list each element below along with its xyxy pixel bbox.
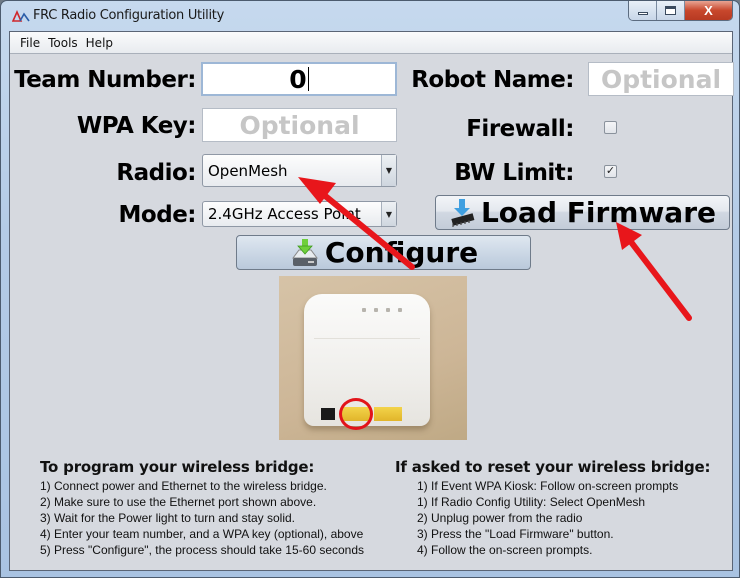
radio-selected-value: OpenMesh: [208, 161, 288, 180]
bw-limit-checkbox[interactable]: ✓: [604, 165, 617, 178]
configure-button[interactable]: Configure: [236, 235, 531, 270]
highlight-circle: [339, 398, 373, 430]
program-step: 5) Press "Configure", the process should…: [40, 543, 365, 557]
led-icon: [362, 308, 366, 312]
program-step: 3) Wait for the Power light to turn and …: [40, 511, 296, 525]
menu-help[interactable]: Help: [86, 36, 113, 50]
menu-tools[interactable]: Tools: [48, 36, 78, 50]
load-firmware-label: Load Firmware: [480, 196, 717, 229]
mode-label: Mode:: [118, 202, 197, 228]
wpa-key-placeholder: Optional: [239, 110, 360, 140]
chevron-down-icon[interactable]: ▼: [381, 155, 396, 186]
team-number-value: 0: [289, 64, 307, 94]
radio-label: Radio:: [116, 160, 196, 186]
download-drive-icon: [291, 238, 318, 266]
client-area: File Tools Help Team Number: 0 WPA Key: …: [9, 31, 734, 571]
load-firmware-button[interactable]: Load Firmware: [435, 195, 730, 230]
led-icon: [386, 308, 390, 312]
text-caret: [307, 67, 309, 91]
team-number-input[interactable]: 0: [201, 62, 397, 96]
maximize-button[interactable]: [657, 1, 685, 20]
team-number-label: Team Number:: [14, 67, 196, 93]
minimize-button[interactable]: [629, 1, 657, 20]
robot-name-label: Robot Name:: [411, 67, 574, 93]
led-icon: [374, 308, 378, 312]
program-instructions-title: To program your wireless bridge:: [40, 458, 315, 476]
minimize-icon: [637, 12, 648, 15]
router-top: [314, 294, 420, 339]
app-window: FRC Radio Configuration Utility X File T…: [0, 0, 740, 578]
reset-step: 3) Press the "Load Firmware" button.: [417, 527, 614, 541]
program-instructions: To program your wireless bridge: 1) Conn…: [40, 458, 400, 558]
window-title: FRC Radio Configuration Utility: [33, 8, 224, 23]
configure-label: Configure: [324, 236, 479, 269]
power-port: [321, 408, 335, 420]
download-chip-icon: [451, 198, 475, 227]
radio-photo: [279, 276, 467, 440]
firewall-label: Firewall:: [466, 116, 574, 142]
robot-name-input[interactable]: Optional: [588, 62, 734, 96]
reset-step: 2) Unplug power from the radio: [417, 511, 583, 525]
led-icon: [398, 308, 402, 312]
radio-select[interactable]: OpenMesh ▼: [202, 154, 397, 187]
ethernet-port-2: [374, 407, 402, 421]
mode-select[interactable]: 2.4GHz Access Point ▼: [202, 201, 397, 227]
mode-selected-value: 2.4GHz Access Point: [208, 205, 361, 223]
program-step: 1) Connect power and Ethernet to the wir…: [40, 479, 327, 493]
firewall-checkbox[interactable]: [604, 121, 617, 134]
chevron-down-icon[interactable]: ▼: [381, 202, 396, 226]
reset-instructions-title: If asked to reset your wireless bridge:: [395, 458, 711, 476]
reset-step: 1) If Event WPA Kiosk: Follow on-screen …: [417, 479, 679, 493]
router-body: [304, 294, 430, 430]
close-icon: X: [704, 3, 713, 18]
maximize-icon: [665, 6, 676, 15]
robot-name-placeholder: Optional: [600, 64, 722, 94]
bw-limit-label: BW Limit:: [454, 160, 574, 186]
menu-file[interactable]: File: [20, 36, 40, 50]
reset-step: 1) If Radio Config Utility: Select OpenM…: [417, 495, 646, 509]
frc-logo-icon: [12, 10, 30, 22]
reset-instructions: If asked to reset your wireless bridge: …: [395, 458, 730, 558]
wpa-key-label: WPA Key:: [76, 113, 197, 139]
close-button[interactable]: X: [685, 1, 732, 20]
window-controls: X: [628, 1, 733, 21]
program-step: 4) Enter your team number, and a WPA key…: [40, 527, 364, 541]
wpa-key-input[interactable]: Optional: [202, 108, 397, 142]
menu-bar: File Tools Help: [10, 32, 732, 54]
program-step: 2) Make sure to use the Ethernet port sh…: [40, 495, 317, 509]
title-bar[interactable]: FRC Radio Configuration Utility X: [1, 1, 739, 31]
reset-step: 4) Follow the on-screen prompts.: [417, 543, 593, 557]
